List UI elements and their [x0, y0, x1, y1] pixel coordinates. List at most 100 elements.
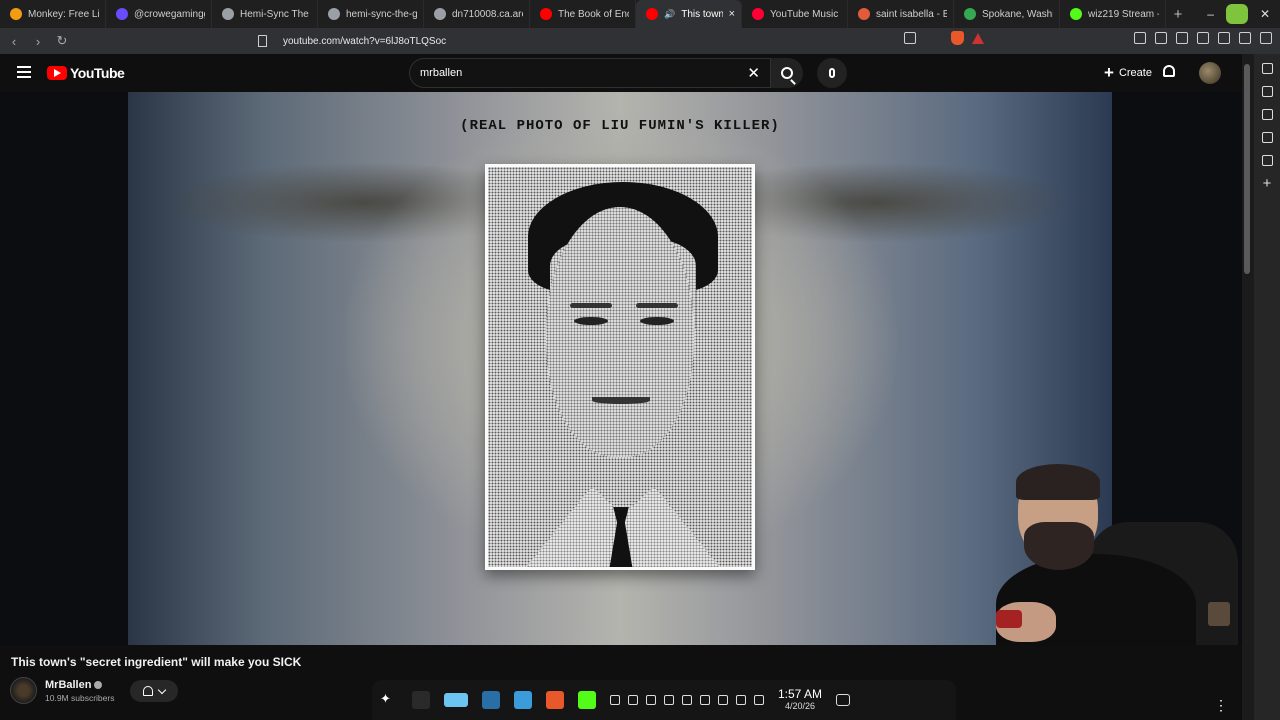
- toolbar-actions: [904, 31, 1272, 45]
- video-player[interactable]: (REAL PHOTO OF LIU FUMIN'S KILLER): [0, 92, 1242, 645]
- hamburger-menu-icon[interactable]: [17, 66, 31, 78]
- active-window-thumb[interactable]: [444, 693, 468, 707]
- close-window-icon[interactable]: ✕: [1260, 7, 1270, 21]
- screenshot-icon[interactable]: [1155, 32, 1167, 44]
- tab-audio-icon[interactable]: 🔊: [664, 9, 675, 20]
- clipboard-icon[interactable]: [646, 695, 656, 705]
- music-icon[interactable]: [1176, 32, 1188, 44]
- tab-title: saint isabella - Br: [876, 8, 947, 20]
- browser-side-panel: +: [1254, 54, 1280, 720]
- brave-app-icon[interactable]: [546, 691, 564, 709]
- show-desktop-icon[interactable]: [836, 694, 851, 706]
- kick-app-icon[interactable]: [578, 691, 596, 709]
- search-input[interactable]: mrballen: [420, 67, 747, 79]
- tab-favicon-icon: [646, 8, 658, 20]
- channel-avatar[interactable]: [10, 677, 37, 704]
- search-icon: [781, 67, 793, 79]
- add-panel-icon[interactable]: +: [1263, 176, 1272, 191]
- clear-search-icon[interactable]: ✕: [747, 64, 760, 82]
- create-button[interactable]: + Create: [1092, 60, 1164, 86]
- desktop-pager-icon[interactable]: [412, 691, 430, 709]
- browser-tab[interactable]: Monkey: Free Live: [0, 0, 106, 28]
- back-icon[interactable]: ‹: [4, 34, 24, 49]
- search-button[interactable]: [771, 58, 803, 88]
- url-text[interactable]: youtube.com/watch?v=6lJ8oTLQSoc: [283, 36, 446, 47]
- browser-tab[interactable]: saint isabella - Br: [848, 0, 954, 28]
- tab-title: Hemi-Sync The Ga: [240, 8, 311, 20]
- subscriber-count: 10.9M subscribers: [45, 693, 115, 703]
- portrait-brow-right: [636, 303, 678, 308]
- subscribed-notification-button[interactable]: [130, 680, 178, 702]
- search-box[interactable]: mrballen ✕: [409, 58, 771, 88]
- video-frame-caption: (REAL PHOTO OF LIU FUMIN'S KILLER): [460, 118, 780, 134]
- brave-rewards-icon[interactable]: [972, 32, 984, 44]
- clock-time: 1:57 AM: [778, 687, 823, 701]
- extensions-icon[interactable]: [1134, 32, 1146, 44]
- network-icon[interactable]: [754, 695, 764, 705]
- tab-favicon-icon: [1070, 8, 1082, 20]
- new-tab-button[interactable]: +: [1166, 6, 1190, 23]
- profile-badge[interactable]: [1225, 4, 1248, 24]
- address-bar[interactable]: youtube.com/watch?v=6lJ8oTLQSoc: [258, 30, 998, 52]
- media-icon[interactable]: [664, 695, 674, 705]
- phone-icon[interactable]: [682, 695, 692, 705]
- leo-icon[interactable]: [1239, 32, 1251, 44]
- browser-toolbar: ‹ › ↻ youtube.com/watch?v=6lJ8oTLQSoc: [0, 28, 1280, 54]
- reload-icon[interactable]: ↻: [52, 33, 72, 49]
- system-tray: [610, 695, 764, 705]
- portrait-eye-left: [574, 317, 608, 325]
- sidebar-icon[interactable]: [1197, 32, 1209, 44]
- browser-tab[interactable]: dn710008.ca.arch: [424, 0, 530, 28]
- leo-ai-icon[interactable]: [1261, 63, 1273, 74]
- voice-search-button[interactable]: [817, 58, 847, 88]
- reading-list-icon[interactable]: [1261, 86, 1273, 97]
- bookmark-icon[interactable]: [258, 35, 267, 47]
- browser-tab[interactable]: Hemi-Sync The Ga: [212, 0, 318, 28]
- history-panel-icon[interactable]: [1261, 155, 1273, 166]
- task-manager-icon[interactable]: [482, 691, 500, 709]
- mic-icon[interactable]: [736, 695, 746, 705]
- browser-tab[interactable]: @crowegamingg: [106, 0, 212, 28]
- wallet-panel-icon[interactable]: [1261, 109, 1273, 120]
- open-external-icon[interactable]: [904, 32, 916, 44]
- account-avatar[interactable]: [1199, 62, 1221, 84]
- launcher-icon[interactable]: ✦: [380, 691, 398, 709]
- bell-icon: [143, 686, 153, 696]
- browser-tab[interactable]: hemi-sync-the-ga: [318, 0, 424, 28]
- tab-favicon-icon: [222, 8, 234, 20]
- forward-icon[interactable]: ›: [28, 34, 48, 49]
- more-options-icon[interactable]: ⋮: [1214, 697, 1228, 714]
- tab-favicon-icon: [540, 8, 552, 20]
- browser-tab[interactable]: YouTube Music: [742, 0, 848, 28]
- tab-favicon-icon: [434, 8, 446, 20]
- menu-icon[interactable]: [1260, 32, 1272, 44]
- steam-icon[interactable]: [628, 695, 638, 705]
- bookmarks-panel-icon[interactable]: [1261, 132, 1273, 143]
- clock[interactable]: 1:57 AM 4/20/26: [778, 688, 822, 712]
- page-scrollbar[interactable]: [1242, 54, 1254, 720]
- browser-tab[interactable]: Spokane, Washin: [954, 0, 1060, 28]
- video-title: This town's "secret ingredient" will mak…: [11, 655, 302, 669]
- channel-name[interactable]: MrBallen: [45, 679, 103, 691]
- files-app-icon[interactable]: [514, 691, 532, 709]
- microphone-icon: [829, 68, 835, 78]
- volume-icon[interactable]: [700, 695, 710, 705]
- scroll-thumb[interactable]: [1244, 64, 1250, 274]
- tab-close-icon[interactable]: ×: [729, 8, 735, 20]
- browser-tab[interactable]: wiz219 Stream - V: [1060, 0, 1166, 28]
- portrait-mouth: [592, 397, 650, 404]
- tab-title: The Book of Enoc: [558, 8, 629, 20]
- browser-tab[interactable]: The Book of Enoc: [530, 0, 636, 28]
- browser-tab[interactable]: 🔊 This town's ×: [636, 0, 742, 28]
- brave-shield-icon[interactable]: [951, 31, 964, 45]
- youtube-wordmark: YouTube: [70, 65, 125, 81]
- tab-title: @crowegamingg: [134, 8, 205, 20]
- channel-name-text[interactable]: MrBallen: [45, 679, 91, 691]
- brightness-icon[interactable]: [718, 695, 728, 705]
- youtube-logo[interactable]: YouTube: [47, 65, 125, 81]
- wallet-icon[interactable]: [1218, 32, 1230, 44]
- tab-favicon-icon: [964, 8, 976, 20]
- tray-icon[interactable]: [610, 695, 620, 705]
- notifications-bell-icon[interactable]: [1163, 65, 1175, 77]
- minimize-icon[interactable]: –: [1207, 7, 1214, 21]
